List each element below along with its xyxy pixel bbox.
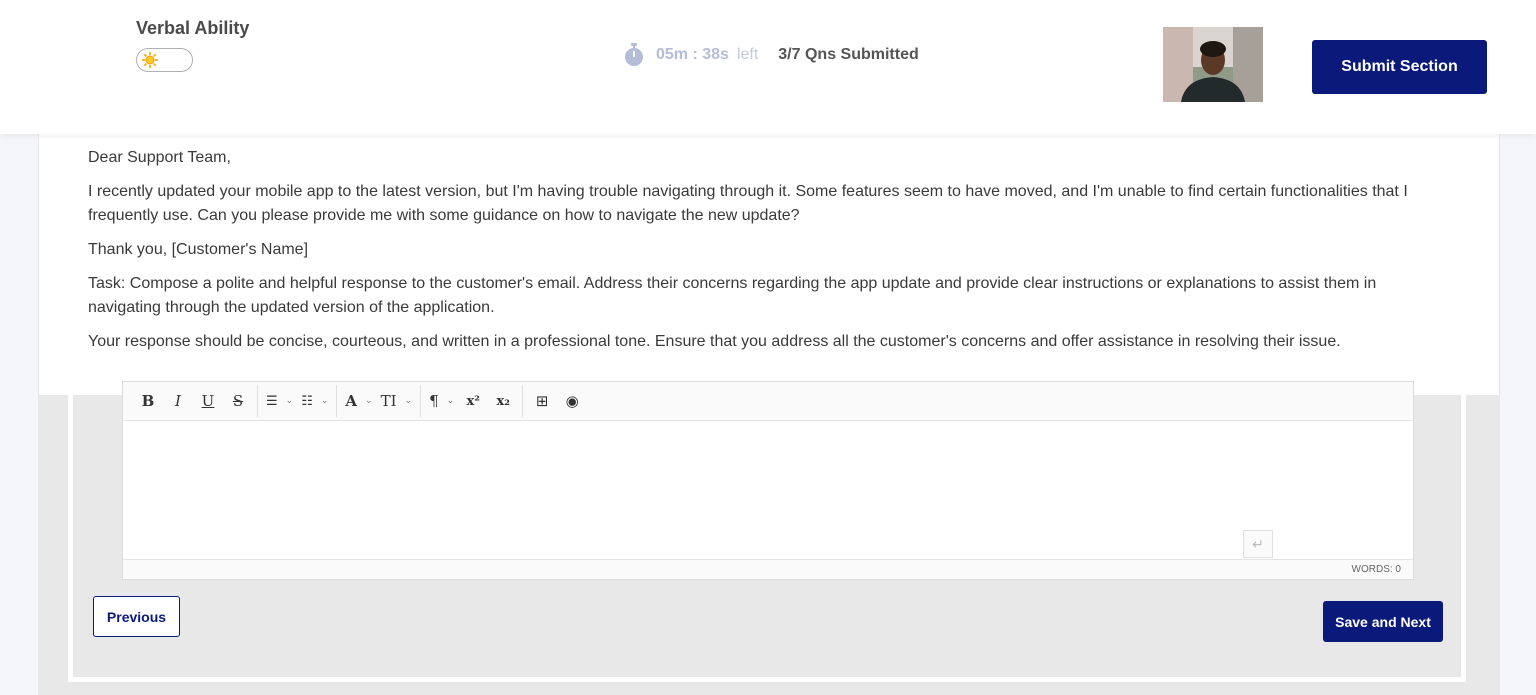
question-paragraph: Dear Support Team,: [88, 149, 231, 166]
chevron-down-icon: ⌄: [446, 396, 455, 406]
unordered-list-button[interactable]: ☰ ⌄: [262, 387, 297, 415]
timer: 05m : 38s left 3/7 Qns Submitted: [624, 40, 919, 70]
insert-group: ⊞ ◉: [523, 385, 591, 417]
sun-icon: [140, 51, 160, 69]
superscript-button[interactable]: x²: [458, 387, 488, 415]
list-group: ☰ ⌄ ☷ ⌄: [258, 385, 338, 417]
stopwatch-icon: [624, 43, 644, 67]
timer-value: 05m : 38s: [656, 46, 729, 63]
underline-button[interactable]: U: [193, 387, 223, 415]
webcam-preview: [1163, 27, 1263, 102]
font-color-button[interactable]: A ⌄: [341, 387, 376, 415]
enter-icon[interactable]: ↵: [1243, 530, 1273, 558]
submitted-status: 3/7 Qns Submitted: [778, 46, 919, 63]
timer-suffix: left: [736, 46, 759, 63]
editor-input[interactable]: [123, 421, 1413, 559]
chevron-down-icon: ⌄: [285, 396, 294, 406]
question-paragraph: Thank you, [Customer's Name]: [88, 241, 309, 258]
unordered-list-icon: ☰: [266, 393, 278, 409]
font-size-button[interactable]: TI ⌄: [377, 387, 416, 415]
word-count: WORDS: 0: [123, 559, 1413, 579]
ordered-list-icon: ☷: [301, 393, 313, 409]
header: Verbal Ability 05m : 38s left 3/7 Qns Su…: [0, 0, 1536, 134]
rich-text-editor: B I U S ☰ ⌄ ☷ ⌄ A ⌄ TI ⌄ ¶ ⌄ x² x₂ ⊞ ◉ ↵…: [122, 381, 1414, 580]
ordered-list-button[interactable]: ☷ ⌄: [297, 387, 332, 415]
chevron-down-icon: ⌄: [320, 396, 329, 406]
editor-toolbar: B I U S ☰ ⌄ ☷ ⌄ A ⌄ TI ⌄ ¶ ⌄ x² x₂ ⊞ ◉: [123, 382, 1413, 421]
submit-section-button[interactable]: Submit Section: [1312, 40, 1487, 94]
question-paragraph: Your response should be concise, courteo…: [88, 333, 1341, 350]
paragraph-format-button[interactable]: ¶ ⌄: [425, 387, 458, 415]
paragraph-group: ¶ ⌄ x² x₂: [421, 385, 524, 417]
save-and-next-button[interactable]: Save and Next: [1323, 601, 1443, 642]
strikethrough-button[interactable]: S: [223, 387, 253, 415]
question-paragraph: Task: Compose a polite and helpful respo…: [88, 275, 1377, 316]
chevron-down-icon: ⌄: [365, 396, 373, 406]
paragraph-icon: ¶: [429, 392, 439, 410]
preview-button[interactable]: ◉: [557, 387, 587, 415]
font-color-icon: A: [345, 392, 358, 410]
section-title: Verbal Ability: [136, 18, 250, 38]
italic-button[interactable]: I: [163, 387, 193, 415]
question-paragraph: I recently updated your mobile app to th…: [88, 183, 1408, 224]
question-text: Dear Support Team, I recently updated yo…: [88, 146, 1428, 364]
subscript-button[interactable]: x₂: [488, 387, 518, 415]
bold-button[interactable]: B: [133, 387, 163, 415]
text-format-group: B I U S: [129, 385, 258, 417]
theme-toggle[interactable]: [136, 48, 193, 72]
table-button[interactable]: ⊞: [527, 387, 557, 415]
chevron-down-icon: ⌄: [404, 396, 413, 406]
previous-button[interactable]: Previous: [93, 596, 180, 637]
font-size-icon: TI: [380, 392, 397, 410]
font-group: A ⌄ TI ⌄: [337, 385, 422, 417]
